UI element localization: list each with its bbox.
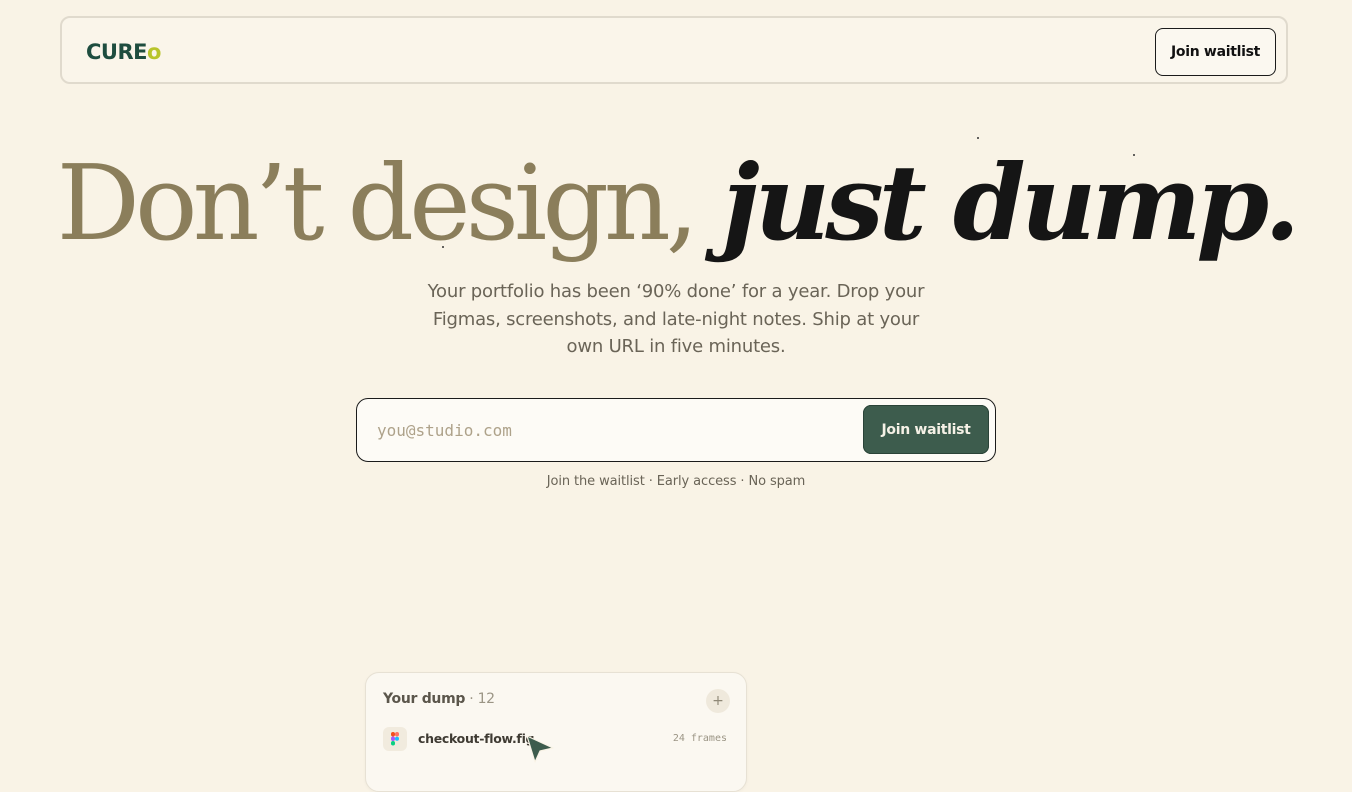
join-waitlist-submit-button[interactable]: Join waitlist: [863, 405, 989, 454]
hero-subtitle: Your portfolio has been ‘90% done’ for a…: [427, 281, 925, 357]
plus-icon[interactable]: +: [706, 689, 730, 713]
nav-join-waitlist-button[interactable]: Join waitlist: [1155, 28, 1276, 76]
headline-italic: just dump.: [721, 141, 1300, 264]
waitlist-form: Join waitlist: [356, 398, 996, 462]
email-input[interactable]: [377, 417, 837, 443]
decorative-speck: [442, 246, 444, 248]
form-note: Join the waitlist · Early access · No sp…: [546, 474, 806, 489]
decorative-speck: [1133, 154, 1135, 156]
dump-title-label: Your dump: [383, 691, 466, 707]
dump-count: 12: [477, 691, 496, 707]
decorative-speck: [977, 137, 979, 139]
figma-icon: [383, 727, 407, 751]
list-item[interactable]: checkout-flow.fig 24 frames: [383, 727, 729, 751]
logo[interactable]: CUREo: [86, 40, 161, 64]
site-header: CUREo Join waitlist: [60, 16, 1288, 84]
headline-plain: Don’t design,: [56, 142, 722, 264]
hero-headline: Don’t design, just dump.: [0, 128, 1352, 278]
dump-card: Your dump · 12 + checkout-flow.fig 24 fr…: [365, 672, 747, 792]
logo-wordmark: CURE: [86, 40, 147, 64]
dump-card-title: Your dump · 12: [383, 691, 495, 707]
file-meta: 24 frames: [672, 733, 727, 744]
logo-accent: o: [146, 40, 161, 64]
file-name: checkout-flow.fig: [418, 731, 535, 746]
dump-separator: ·: [465, 691, 478, 707]
